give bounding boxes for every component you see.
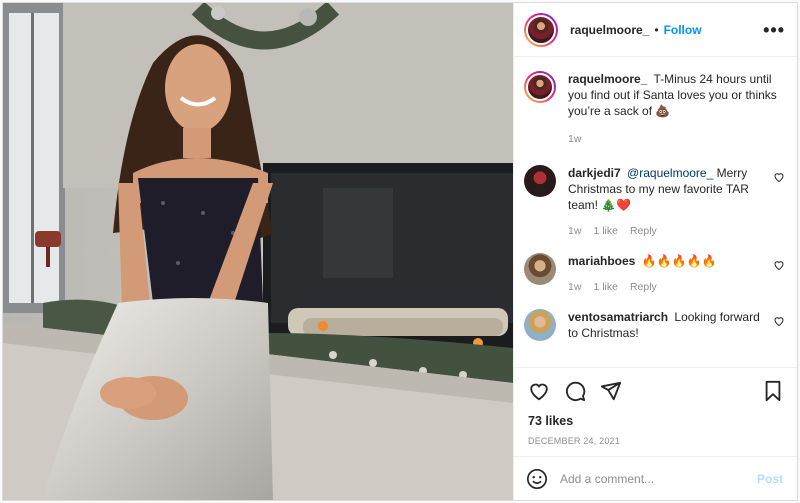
add-comment-bar: Post <box>514 456 797 500</box>
comments-list: raquelmoore_ T-Minus 24 hours until you … <box>514 57 797 367</box>
post-side-panel: raquelmoore_ • Follow ••• raquelmoore_ T… <box>513 3 797 500</box>
commenter-avatar[interactable] <box>524 253 556 285</box>
comment-mention[interactable]: @raquelmoore_ <box>627 166 713 180</box>
post-header: raquelmoore_ • Follow ••• <box>514 3 797 57</box>
bookmark-icon[interactable] <box>763 380 783 402</box>
comment-time[interactable]: 1w <box>568 279 581 295</box>
caption-time[interactable]: 1w <box>568 131 581 147</box>
comment-likes[interactable]: 1 like <box>593 223 618 239</box>
comment-icon[interactable] <box>564 380 586 402</box>
post-date: DECEMBER 24, 2021 <box>528 436 620 446</box>
comment-username[interactable]: darkjedi7 <box>568 166 621 180</box>
author-avatar[interactable] <box>524 12 558 47</box>
photo-illustration <box>3 3 513 500</box>
more-icon[interactable]: ••• <box>763 21 785 39</box>
comment-likes[interactable]: 1 like <box>593 279 618 295</box>
reply-button[interactable]: Reply <box>630 223 657 239</box>
comment-username[interactable]: ventosamatriarch <box>568 310 668 324</box>
comment-text: 🔥🔥🔥🔥🔥 <box>641 254 717 268</box>
comment-like-heart-icon[interactable] <box>773 171 785 183</box>
comment-input[interactable] <box>560 471 757 486</box>
post-dialog: raquelmoore_ • Follow ••• raquelmoore_ T… <box>2 2 798 501</box>
separator-dot: • <box>654 22 659 37</box>
follow-button[interactable]: Follow <box>664 23 702 37</box>
likes-count[interactable]: 73 likes <box>528 414 783 428</box>
caption-avatar[interactable] <box>524 71 556 103</box>
comment-username[interactable]: mariahboes <box>568 254 635 268</box>
comment-item: ventosamatriarch Looking forward to Chri… <box>524 309 785 341</box>
comment-time[interactable]: 1w <box>568 223 581 239</box>
post-photo[interactable] <box>3 3 513 500</box>
comment-item: darkjedi7 @raquelmoore_ Merry Christmas … <box>524 165 785 239</box>
reply-button[interactable]: Reply <box>630 279 657 295</box>
caption: raquelmoore_ T-Minus 24 hours until you … <box>524 71 785 147</box>
commenter-avatar[interactable] <box>524 165 556 197</box>
comment-like-heart-icon[interactable] <box>773 315 785 327</box>
author-username[interactable]: raquelmoore_ <box>570 23 649 37</box>
emoji-icon[interactable] <box>526 468 548 490</box>
comment-item: mariahboes 🔥🔥🔥🔥🔥 1w 1 like Reply <box>524 253 785 295</box>
commenter-avatar[interactable] <box>524 309 556 341</box>
caption-username[interactable]: raquelmoore_ <box>568 72 647 86</box>
heart-icon[interactable] <box>528 380 550 402</box>
share-icon[interactable] <box>600 380 622 402</box>
post-actions: 73 likes DECEMBER 24, 2021 <box>514 367 797 456</box>
post-comment-button[interactable]: Post <box>757 472 783 486</box>
comment-like-heart-icon[interactable] <box>773 259 785 271</box>
